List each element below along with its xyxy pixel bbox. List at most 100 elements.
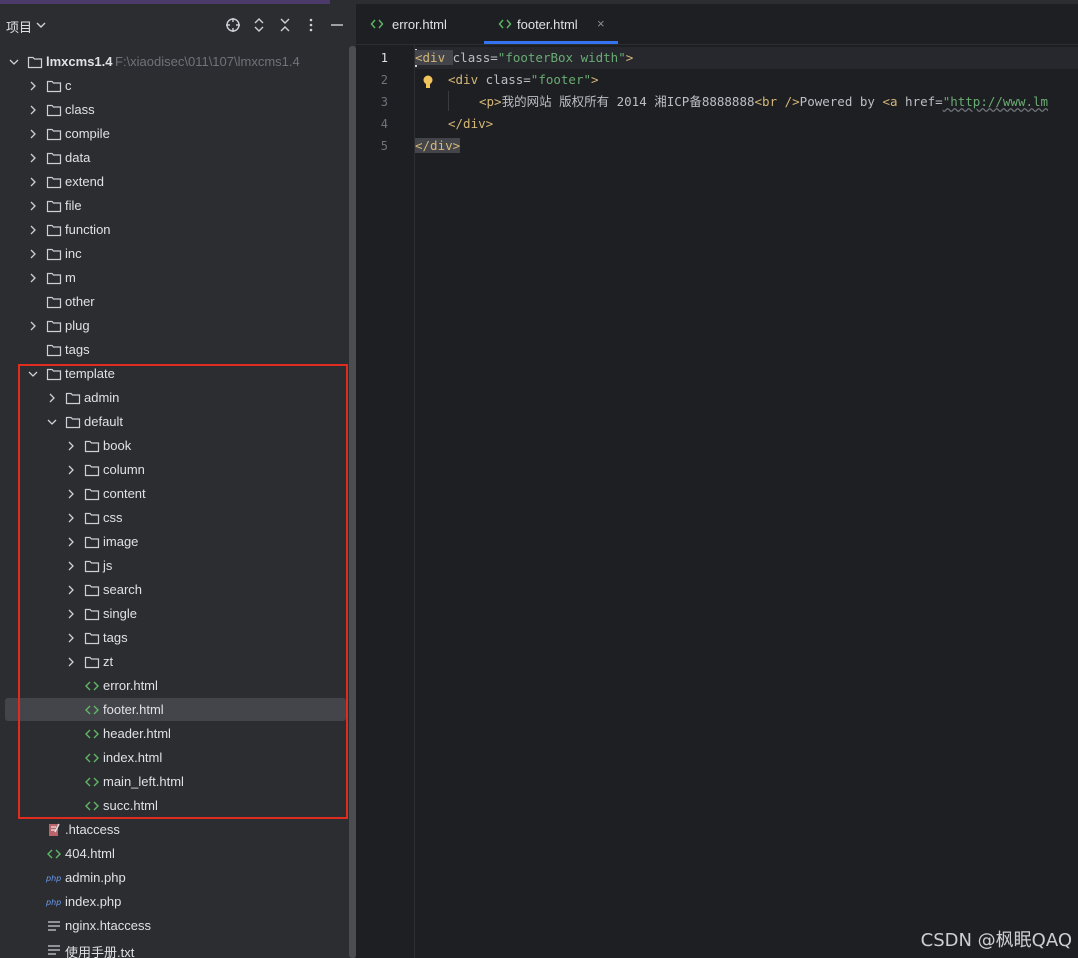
collapse-all-icon[interactable] (276, 16, 294, 34)
tree-item-label: index.html (103, 750, 163, 765)
folder-icon (46, 224, 62, 237)
chevron-right-icon[interactable] (27, 224, 39, 236)
line-number-gutter: 1 2 3 4 5 (356, 45, 433, 958)
tree-item-label: column (103, 462, 145, 477)
folder-icon (46, 176, 62, 189)
tree-item-index-php[interactable]: php index.php (0, 890, 356, 914)
tree-item-inc[interactable]: inc (0, 242, 356, 266)
tree-item-content[interactable]: content (0, 482, 356, 506)
tree-item-js[interactable]: js (0, 554, 356, 578)
tree-item-label: compile (65, 126, 110, 141)
chevron-down-icon[interactable] (46, 416, 58, 428)
expand-all-icon[interactable] (250, 16, 268, 34)
tree-item-txt[interactable]: 使用手册.txt (0, 938, 356, 958)
tree-item-succ-html[interactable]: succ.html (0, 794, 356, 818)
code-token: href= (905, 94, 943, 109)
chevron-right-icon[interactable] (27, 200, 39, 212)
tree-item-template[interactable]: template (0, 362, 356, 386)
tree-item-zt[interactable]: zt (0, 650, 356, 674)
chevron-right-icon[interactable] (65, 440, 77, 452)
folder-icon (65, 392, 81, 405)
chevron-right-icon[interactable] (65, 512, 77, 524)
tree-item-label: search (103, 582, 143, 597)
html-file-icon (85, 705, 99, 715)
tree-item-c[interactable]: c (0, 74, 356, 98)
tree-item-plug[interactable]: plug (0, 314, 356, 338)
minimize-icon[interactable] (328, 16, 346, 34)
chevron-right-icon[interactable] (46, 392, 58, 404)
tree-item-index-html[interactable]: index.html (0, 746, 356, 770)
chevron-right-icon[interactable] (65, 656, 77, 668)
chevron-right-icon[interactable] (65, 560, 77, 572)
tree-root-path: F:\xiaodisec\011\107\lmxcms1.4 (115, 54, 300, 69)
chevron-right-icon[interactable] (27, 176, 39, 188)
chevron-right-icon[interactable] (27, 248, 39, 260)
code-area[interactable]: <div class="footerBox width"> <div class… (415, 45, 1078, 958)
chevron-down-icon[interactable] (27, 368, 39, 380)
crosshair-icon[interactable] (224, 16, 242, 34)
tree-item-label: template (65, 366, 115, 381)
close-icon[interactable]: × (597, 16, 605, 31)
chevron-right-icon[interactable] (27, 128, 39, 140)
chevron-right-icon[interactable] (27, 104, 39, 116)
chevron-down-icon[interactable] (36, 21, 46, 29)
tree-item-search[interactable]: search (0, 578, 356, 602)
chevron-right-icon[interactable] (27, 272, 39, 284)
tree-item-tags[interactable]: tags (0, 338, 356, 362)
tree-item-image[interactable]: image (0, 530, 356, 554)
tree-item-other[interactable]: other (0, 290, 356, 314)
tree-item-m[interactable]: m (0, 266, 356, 290)
text-file-icon (48, 945, 60, 955)
tree-item-nginx-htaccess[interactable]: nginx.htaccess (0, 914, 356, 938)
folder-icon (65, 416, 81, 429)
tree-item-function[interactable]: function (0, 218, 356, 242)
folder-icon (84, 512, 100, 525)
tab-error-html[interactable]: error.html (356, 4, 474, 44)
folder-icon (46, 80, 62, 93)
code-token: "footerBox width" (497, 50, 626, 65)
project-scrollbar[interactable] (349, 46, 356, 958)
code-token: 我的网站 版权所有 2014 湘ICP备8888888 (501, 94, 755, 109)
tree-item-error-html[interactable]: error.html (0, 674, 356, 698)
chevron-right-icon[interactable] (65, 632, 77, 644)
chevron-right-icon[interactable] (27, 320, 39, 332)
tree-item-label: single (103, 606, 137, 621)
tree-item-extend[interactable]: extend (0, 170, 356, 194)
code-token: </div> (448, 116, 494, 131)
chevron-right-icon[interactable] (27, 152, 39, 164)
tree-item-header-html[interactable]: header.html (0, 722, 356, 746)
more-icon[interactable] (302, 16, 320, 34)
chevron-right-icon[interactable] (65, 464, 77, 476)
tree-item-admin-php[interactable]: php admin.php (0, 866, 356, 890)
chevron-down-icon[interactable] (8, 56, 20, 68)
tree-item-default[interactable]: default (0, 410, 356, 434)
tree-item-404-html[interactable]: 404.html (0, 842, 356, 866)
tree-item-compile[interactable]: compile (0, 122, 356, 146)
tree-item-admin[interactable]: admin (0, 386, 356, 410)
tree-item-label: file (65, 198, 82, 213)
tab-footer-html[interactable]: footer.html × (484, 4, 618, 44)
tree-item-label: plug (65, 318, 90, 333)
project-panel-title[interactable]: 项目 (6, 17, 32, 36)
tree-item-htaccess[interactable]: .htaccess (0, 818, 356, 842)
tree-item-label: c (65, 78, 72, 93)
tree-item-css[interactable]: css (0, 506, 356, 530)
tree-item-file[interactable]: file (0, 194, 356, 218)
folder-icon (46, 344, 62, 357)
chevron-right-icon[interactable] (65, 488, 77, 500)
chevron-right-icon[interactable] (65, 608, 77, 620)
chevron-right-icon[interactable] (65, 536, 77, 548)
tree-item-tags[interactable]: tags (0, 626, 356, 650)
chevron-right-icon[interactable] (65, 584, 77, 596)
tree-item-footer-html[interactable]: footer.html (0, 698, 356, 722)
tree-item-book[interactable]: book (0, 434, 356, 458)
tree-item-column[interactable]: column (0, 458, 356, 482)
tree-item-label: main_left.html (103, 774, 184, 789)
code-token: <div (415, 50, 453, 65)
tree-item-data[interactable]: data (0, 146, 356, 170)
tree-item-single[interactable]: single (0, 602, 356, 626)
tree-item-main-left-html[interactable]: main_left.html (0, 770, 356, 794)
chevron-right-icon[interactable] (27, 80, 39, 92)
tree-item-class[interactable]: class (0, 98, 356, 122)
tree-root-lmxcms[interactable]: lmxcms1.4 F:\xiaodisec\011\107\lmxcms1.4 (0, 50, 356, 74)
